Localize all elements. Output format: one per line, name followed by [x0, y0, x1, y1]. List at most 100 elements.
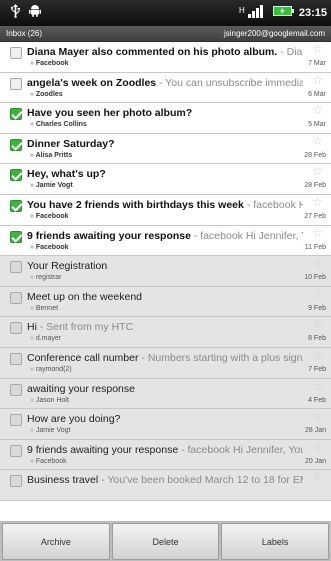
- message-row[interactable]: Conference call number - Numbers startin…: [0, 347, 331, 379]
- message-snippet: - Diana ...: [280, 46, 303, 58]
- message-sender: Jamie Vogt: [30, 182, 73, 189]
- message-subject-line: Meet up on the weekend: [27, 291, 303, 303]
- delete-button[interactable]: Delete: [111, 523, 220, 560]
- star-icon[interactable]: ☆: [312, 227, 323, 239]
- message-date: 9 Feb: [308, 304, 326, 312]
- message-row[interactable]: 9 friends awaiting your response - faceb…: [0, 225, 331, 257]
- star-icon[interactable]: ☆: [312, 257, 323, 269]
- star-icon[interactable]: ☆: [312, 74, 323, 86]
- message-snippet: - facebook Hi Jennifer, You hav...: [181, 443, 303, 456]
- message-date: 4 Feb: [308, 396, 326, 404]
- star-icon[interactable]: ☆: [312, 441, 323, 453]
- message-row[interactable]: Hi - Sent from my HTCd.mayer☆8 Feb: [0, 317, 331, 348]
- message-date: 10 Feb: [304, 274, 326, 282]
- star-icon[interactable]: ☆: [312, 471, 323, 483]
- message-subject: Business travel: [27, 474, 99, 487]
- select-checkbox[interactable]: [10, 230, 22, 243]
- message-date: 28 Feb: [304, 151, 326, 159]
- bottom-toolbar: Archive Delete Labels: [0, 521, 331, 561]
- message-row[interactable]: 9 friends awaiting your response - faceb…: [0, 439, 331, 471]
- message-date: 27 Feb: [304, 212, 326, 220]
- select-checkbox[interactable]: [10, 322, 22, 335]
- inbox-header: Inbox (26) jsinger200@googlemail.com: [0, 26, 331, 42]
- star-icon[interactable]: ☆: [312, 410, 323, 422]
- message-subject: Have you seen her photo album?: [27, 107, 193, 120]
- message-subject: Meet up on the weekend: [27, 290, 142, 303]
- message-sender: Facebook: [30, 458, 67, 465]
- labels-button[interactable]: Labels: [221, 523, 330, 560]
- message-subject: You have 2 friends with birthdays this w…: [27, 198, 244, 211]
- message-subject: Diana Mayer also commented on his photo …: [27, 46, 278, 58]
- message-sender: Facebook: [30, 244, 69, 251]
- message-snippet: - You've been booked March 12 to 18 for …: [101, 474, 303, 487]
- message-sender: Jamie Vogt: [30, 427, 71, 434]
- message-date: 28 Feb: [304, 182, 326, 190]
- usb-icon: [10, 3, 21, 23]
- message-row[interactable]: Diana Mayer also commented on his photo …: [0, 42, 331, 73]
- message-subject-line: You have 2 friends with birthdays this w…: [27, 199, 303, 211]
- message-row[interactable]: angela's week on Zoodles - You can unsub…: [0, 72, 331, 104]
- star-icon[interactable]: ☆: [312, 288, 323, 300]
- message-date: 11 Feb: [304, 243, 326, 251]
- message-snippet: - You can unsubscribe immediatel...: [159, 76, 303, 89]
- message-row[interactable]: awaiting your response Jason Holt ☆ 4 Feb: [0, 378, 331, 410]
- message-sender: raymond(2): [30, 366, 72, 373]
- select-checkbox[interactable]: [10, 261, 22, 274]
- star-icon[interactable]: ☆: [312, 104, 323, 116]
- message-sender: Alisa Pritts: [30, 152, 73, 159]
- archive-button[interactable]: Archive: [2, 523, 110, 560]
- account-email: jsinger200@googlemail.com: [223, 29, 325, 38]
- select-checkbox[interactable]: [10, 77, 22, 90]
- message-subject-line: awaiting your response: [27, 383, 303, 395]
- select-checkbox[interactable]: [10, 199, 22, 212]
- star-icon[interactable]: ☆: [312, 43, 323, 55]
- select-checkbox[interactable]: [10, 444, 22, 457]
- message-subject: Conference call number: [27, 351, 139, 364]
- message-date: 28 Jan: [304, 427, 326, 435]
- star-icon[interactable]: ☆: [312, 349, 323, 361]
- message-subject-line: Hi - Sent from my HTC: [27, 321, 303, 333]
- message-row[interactable]: Meet up on the weekend Bennet ☆ 9 Feb: [0, 286, 331, 318]
- svg-text:H: H: [239, 6, 245, 15]
- message-subject: awaiting your response: [27, 382, 135, 395]
- message-date: 6 Mar: [308, 90, 326, 98]
- message-subject: angela's week on Zoodles: [27, 76, 157, 89]
- message-subject-line: How are you doing?: [27, 413, 303, 425]
- select-checkbox[interactable]: [10, 475, 22, 488]
- select-checkbox[interactable]: [10, 138, 22, 151]
- star-icon[interactable]: ☆: [312, 135, 323, 147]
- message-sender: Jason Holt: [30, 397, 69, 404]
- message-sender: registrar: [30, 274, 62, 281]
- message-sender: d.mayer: [30, 335, 61, 342]
- message-subject-line: Your Registration: [27, 260, 303, 272]
- message-list: Diana Mayer also commented on his photo …: [0, 42, 331, 521]
- message-date: 7 Mar: [308, 60, 326, 67]
- message-subject-line: Conference call number - Numbers startin…: [27, 352, 303, 364]
- message-row[interactable]: Have you seen her photo album?Charles Co…: [0, 103, 331, 134]
- message-row[interactable]: Your Registration registrar ☆ 10 Feb: [0, 256, 331, 287]
- message-row[interactable]: Hey, what's up? Jamie Vogt ☆ 28 Feb: [0, 164, 331, 195]
- message-subject-line: Dinner Saturday?: [27, 138, 303, 150]
- message-sender: Bennet: [30, 305, 58, 312]
- message-subject-line: Hey, what's up?: [27, 168, 303, 180]
- message-snippet: - facebook Hi Je...: [246, 198, 303, 211]
- select-checkbox[interactable]: [10, 169, 22, 182]
- select-checkbox[interactable]: [10, 291, 22, 304]
- star-icon[interactable]: ☆: [312, 196, 323, 208]
- message-subject-line: Have you seen her photo album?: [27, 107, 303, 119]
- select-checkbox[interactable]: [10, 352, 22, 365]
- star-icon[interactable]: ☆: [312, 165, 323, 177]
- message-row[interactable]: You have 2 friends with birthdays this w…: [0, 194, 331, 226]
- select-checkbox[interactable]: [10, 383, 22, 396]
- message-row[interactable]: Business travel - You've been booked Mar…: [0, 470, 331, 501]
- message-row[interactable]: How are you doing? Jamie Vogt ☆ 28 Jan: [0, 409, 331, 440]
- star-icon[interactable]: ☆: [312, 318, 323, 330]
- message-subject: 9 friends awaiting your response: [27, 229, 191, 242]
- select-checkbox[interactable]: [10, 414, 22, 427]
- select-checkbox[interactable]: [10, 108, 22, 121]
- android-icon: [29, 4, 41, 22]
- message-row[interactable]: Dinner Saturday? Alisa Pritts ☆ 28 Feb: [0, 133, 331, 165]
- select-checkbox[interactable]: [10, 47, 22, 59]
- folder-label: Inbox (26): [6, 29, 43, 38]
- star-icon[interactable]: ☆: [312, 380, 323, 392]
